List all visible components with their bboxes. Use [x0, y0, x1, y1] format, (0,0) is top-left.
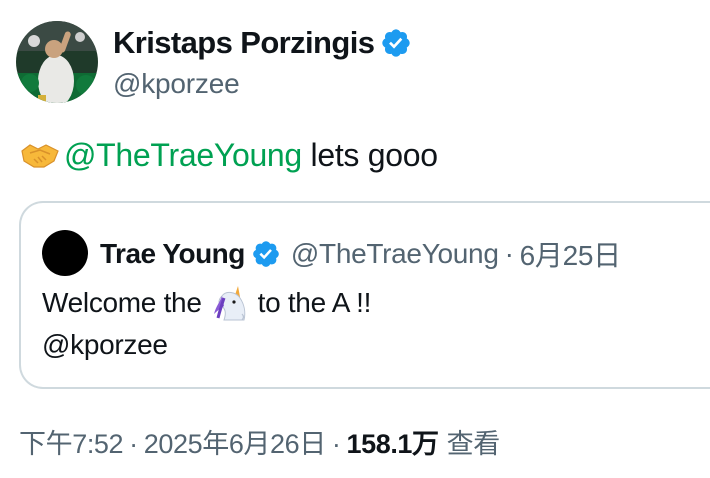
author-handle[interactable]: @kporzee [113, 67, 240, 101]
tweet-time[interactable]: 下午7:52 [19, 424, 124, 464]
quoted-author-avatar[interactable] [42, 230, 88, 276]
quoted-text-after-emoji: to the A !! [257, 287, 372, 318]
views-label[interactable]: 查看 [447, 424, 501, 464]
quoted-tweet-header: Trae Young @TheTraeYoung · 6月25日 [100, 234, 621, 274]
quoted-author-name[interactable]: Trae Young [100, 238, 245, 270]
views-count[interactable]: 158.1万 [346, 424, 439, 464]
unicorn-emoji-icon [213, 286, 245, 321]
quoted-author-handle[interactable]: @TheTraeYoung [291, 238, 499, 270]
separator-dot: · [331, 429, 341, 459]
player-photo-avatar-icon [16, 21, 98, 103]
author-display-name[interactable]: Kristaps Porzingis [113, 24, 412, 62]
separator-dot: · [129, 429, 138, 459]
verified-badge-icon [253, 241, 279, 267]
quoted-text-line-2: @kporzee [42, 324, 371, 366]
handshake-emoji-icon [21, 144, 59, 168]
verified-badge-icon [382, 29, 411, 57]
tweet-text: @TheTraeYoung lets gooo [20, 134, 438, 176]
tweet-page: Kristaps Porzingis @kporzee @TheTraeYoun… [0, 0, 710, 478]
quoted-tweet-text: Welcome the to the A !! @kporzee [42, 282, 371, 366]
author-avatar[interactable] [16, 21, 98, 103]
quoted-text-line-1: Welcome the to the A !! [42, 282, 371, 324]
quoted-mention[interactable]: @kporzee [42, 324, 168, 366]
tweet-meta: 下午7:52 · 2025年6月26日 · 158.1万 查看 [19, 424, 500, 464]
mention-link[interactable]: @TheTraeYoung [64, 134, 302, 176]
quoted-text-before-emoji: Welcome the [42, 287, 202, 318]
author-name-text[interactable]: Kristaps Porzingis [113, 24, 375, 62]
tweet-text-rest: lets gooo [301, 137, 439, 173]
quoted-tweet-date[interactable]: 6月25日 [520, 234, 622, 274]
separator-dot: · [504, 238, 514, 269]
tweet-date[interactable]: 2025年6月26日 [144, 424, 327, 464]
